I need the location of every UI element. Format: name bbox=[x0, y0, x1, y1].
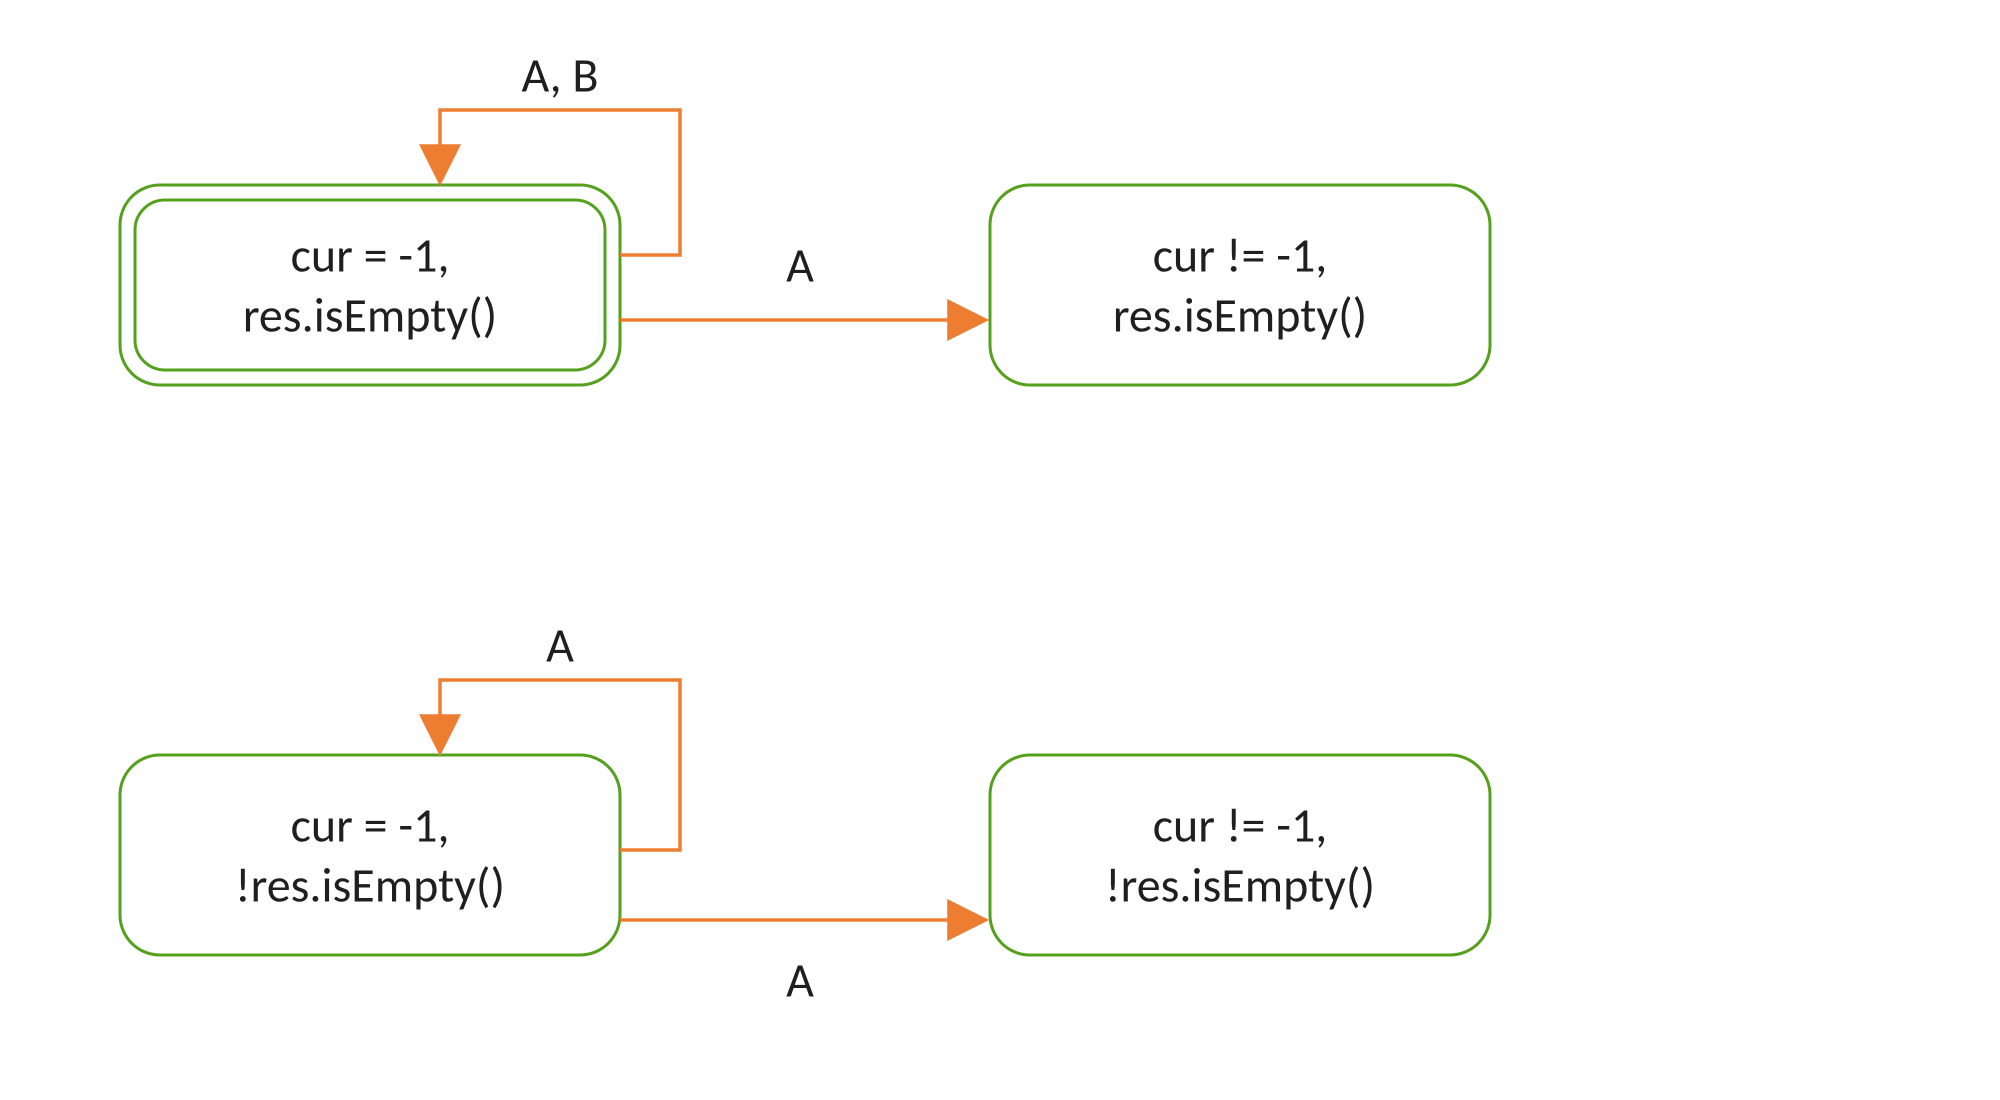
state-top-left: cur = -1, res.isEmpty() bbox=[120, 185, 620, 385]
edge-top-transition-label: A bbox=[786, 235, 814, 294]
state-top-right-line2: res.isEmpty() bbox=[1113, 285, 1367, 344]
state-top-left-line1: cur = -1, bbox=[291, 225, 450, 284]
edge-bottom-self-loop-label: A bbox=[546, 615, 574, 674]
edge-top-transition: A bbox=[620, 235, 985, 320]
state-diagram: cur = -1, res.isEmpty() cur != -1, res.i… bbox=[0, 0, 2000, 1100]
edge-bottom-transition-label: A bbox=[786, 950, 814, 1009]
state-top-right-line1: cur != -1, bbox=[1153, 225, 1328, 284]
state-bottom-right: cur != -1, !res.isEmpty() bbox=[990, 755, 1490, 955]
state-bottom-left-line2: !res.isEmpty() bbox=[235, 855, 505, 914]
state-bottom-left-line1: cur = -1, bbox=[291, 795, 450, 854]
edge-top-self-loop-label: A, B bbox=[521, 45, 598, 104]
state-bottom-right-line1: cur != -1, bbox=[1153, 795, 1328, 854]
edge-bottom-transition: A bbox=[620, 920, 985, 1009]
state-top-right: cur != -1, res.isEmpty() bbox=[990, 185, 1490, 385]
state-top-left-line2: res.isEmpty() bbox=[243, 285, 497, 344]
state-bottom-right-line2: !res.isEmpty() bbox=[1105, 855, 1375, 914]
state-bottom-left: cur = -1, !res.isEmpty() bbox=[120, 755, 620, 955]
